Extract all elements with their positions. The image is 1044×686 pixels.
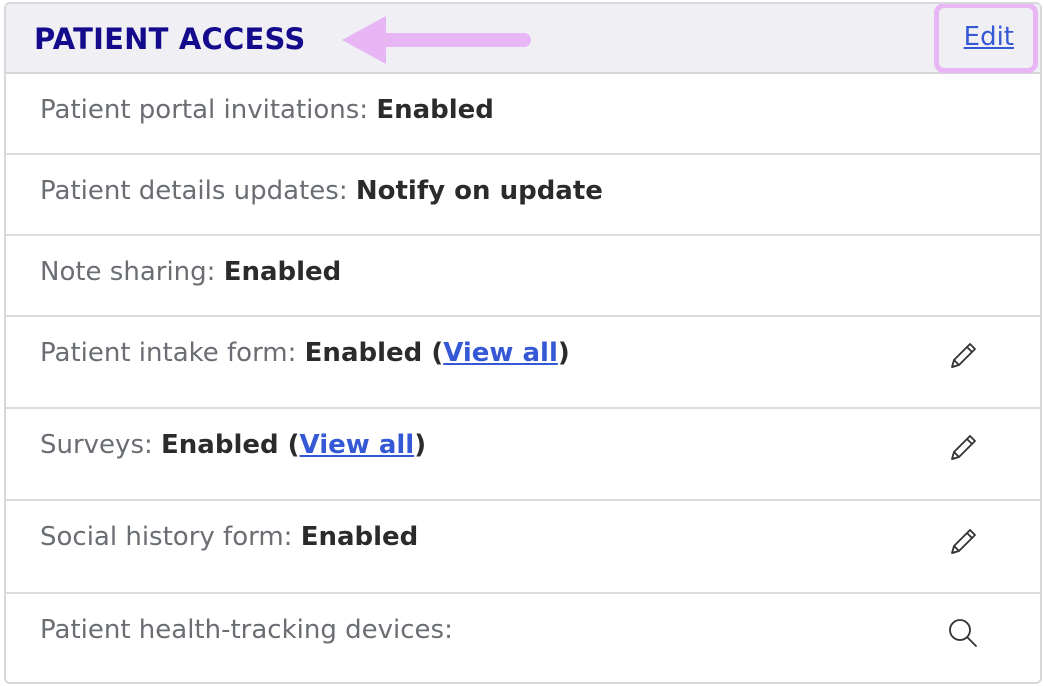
panel-header: PATIENT ACCESS Edit: [6, 4, 1040, 74]
pencil-icon[interactable]: [946, 431, 980, 465]
row-surveys: Surveys: Enabled (View all): [6, 409, 1040, 501]
patient-access-panel: PATIENT ACCESS Edit Patient portal invit…: [4, 2, 1042, 684]
row-label: Patient portal invitations:: [40, 95, 369, 125]
row-value: Enabled (View all): [304, 338, 570, 368]
row-value: Notify on update: [355, 176, 603, 206]
row-value: Enabled: [300, 522, 419, 552]
row-value: Enabled (View all): [161, 430, 427, 460]
panel-title: PATIENT ACCESS: [34, 22, 306, 56]
edit-link[interactable]: Edit: [964, 22, 1014, 52]
row-label: Surveys:: [40, 430, 153, 460]
pencil-icon[interactable]: [946, 339, 980, 373]
row-value: Enabled: [376, 95, 494, 125]
search-icon[interactable]: [946, 616, 980, 650]
row-patient-health-tracking-devices: Patient health-tracking devices:: [6, 594, 1040, 682]
row-value: Enabled: [223, 257, 342, 287]
view-all-link[interactable]: View all: [300, 430, 415, 460]
view-all-link[interactable]: View all: [443, 338, 558, 368]
row-label: Patient intake form:: [40, 338, 297, 368]
row-patient-portal-invitations: Patient portal invitations: Enabled: [6, 74, 1040, 155]
row-label: Note sharing:: [40, 257, 216, 287]
row-label: Patient details updates:: [40, 176, 348, 206]
row-social-history-form: Social history form: Enabled: [6, 501, 1040, 594]
row-label: Social history form:: [40, 522, 293, 552]
annotation-arrow-icon: [342, 16, 531, 64]
row-label: Patient health-tracking devices:: [40, 615, 453, 645]
row-note-sharing: Note sharing: Enabled: [6, 236, 1040, 317]
pencil-icon[interactable]: [946, 525, 980, 559]
row-patient-intake-form: Patient intake form: Enabled (View all): [6, 317, 1040, 409]
row-patient-details-updates: Patient details updates: Notify on updat…: [6, 155, 1040, 236]
